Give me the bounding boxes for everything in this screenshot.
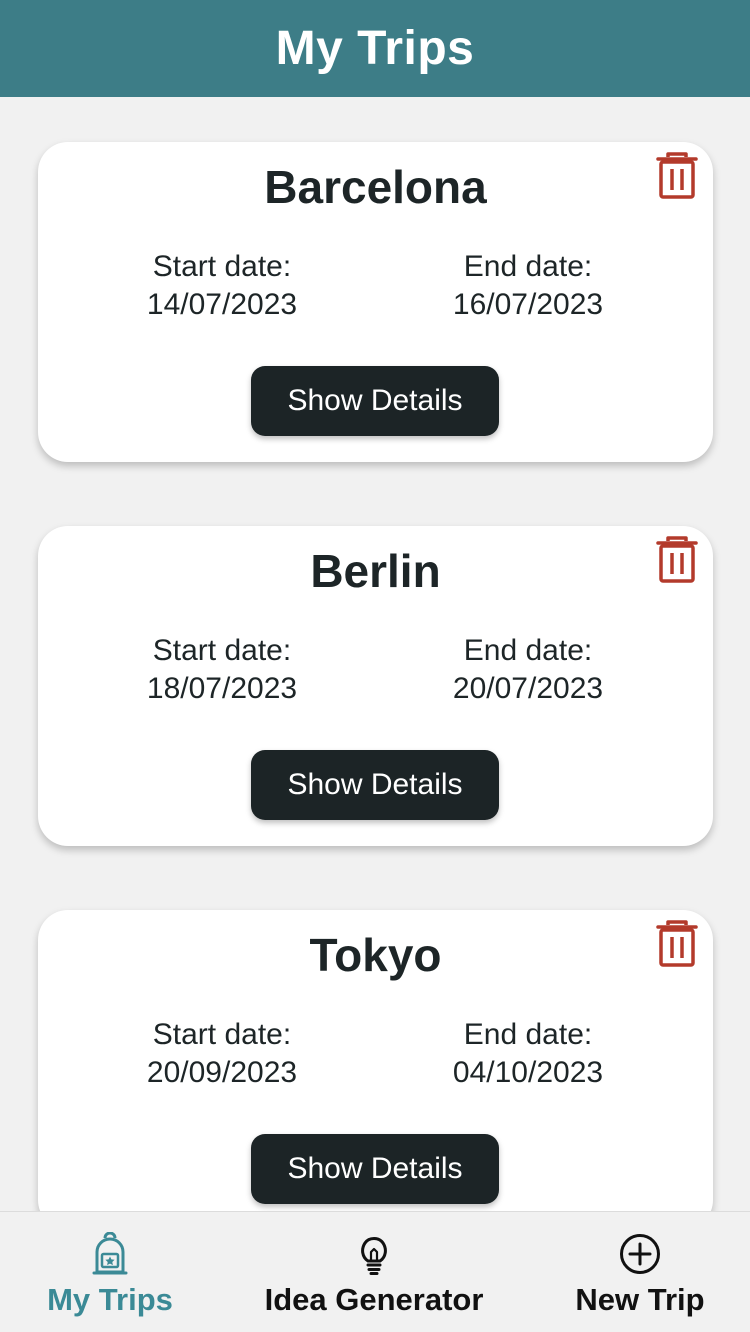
lightbulb-icon: [361, 1237, 387, 1275]
bottom-navigation: My Trips Idea Generator New Trip: [0, 1211, 750, 1332]
trip-list[interactable]: Barcelona Start date: 14/07/2023 End dat…: [0, 97, 750, 1211]
start-date-block: Start date: 14/07/2023: [92, 248, 352, 324]
delete-trip-button[interactable]: [655, 536, 699, 584]
trip-name: Barcelona: [264, 161, 487, 213]
nav-item-idea-generator[interactable]: Idea Generator: [250, 1212, 498, 1332]
show-details-button[interactable]: Show Details: [251, 750, 499, 820]
delete-trip-button[interactable]: [655, 152, 699, 200]
trash-icon: [656, 536, 698, 583]
nav-label: My Trips: [47, 1282, 173, 1317]
end-date-block: End date: 20/07/2023: [398, 632, 658, 708]
show-details-button[interactable]: Show Details: [251, 366, 499, 436]
show-details-button[interactable]: Show Details: [251, 1134, 499, 1204]
page-title: My Trips: [275, 22, 475, 75]
nav-item-my-trips[interactable]: My Trips: [20, 1212, 200, 1332]
nav-item-new-trip[interactable]: New Trip: [560, 1212, 720, 1332]
trip-name: Tokyo: [309, 929, 442, 981]
trip-card: Tokyo Start date: 20/09/2023 End date: 0…: [38, 910, 713, 1211]
start-date-label: Start date:: [152, 1018, 292, 1051]
end-date-label: End date:: [463, 1018, 593, 1051]
end-date-value: 20/07/2023: [452, 672, 604, 705]
add-circle-icon: [620, 1234, 660, 1274]
app-screen: My Trips Barcelona Start date: 14/07/202…: [0, 0, 750, 1332]
start-date-value: 20/09/2023: [146, 1056, 298, 1089]
start-date-label: Start date:: [152, 250, 292, 283]
start-date-value: 18/07/2023: [146, 672, 298, 705]
nav-label: Idea Generator: [264, 1282, 484, 1317]
end-date-value: 16/07/2023: [452, 288, 604, 321]
backpack-icon: [92, 1232, 128, 1275]
nav-label: New Trip: [575, 1282, 705, 1317]
trip-card: Barcelona Start date: 14/07/2023 End dat…: [38, 142, 713, 462]
trip-name: Berlin: [310, 545, 441, 597]
start-date-label: Start date:: [152, 634, 292, 667]
trip-card: Berlin Start date: 18/07/2023 End date: …: [38, 526, 713, 846]
trash-icon: [656, 920, 698, 967]
trash-icon: [656, 152, 698, 199]
end-date-label: End date:: [463, 250, 593, 283]
start-date-block: Start date: 18/07/2023: [92, 632, 352, 708]
header-bar: My Trips: [0, 0, 750, 97]
delete-trip-button[interactable]: [655, 920, 699, 968]
end-date-block: End date: 16/07/2023: [398, 248, 658, 324]
start-date-value: 14/07/2023: [146, 288, 298, 321]
end-date-label: End date:: [463, 634, 593, 667]
start-date-block: Start date: 20/09/2023: [92, 1016, 352, 1092]
end-date-value: 04/10/2023: [452, 1056, 604, 1089]
end-date-block: End date: 04/10/2023: [398, 1016, 658, 1092]
